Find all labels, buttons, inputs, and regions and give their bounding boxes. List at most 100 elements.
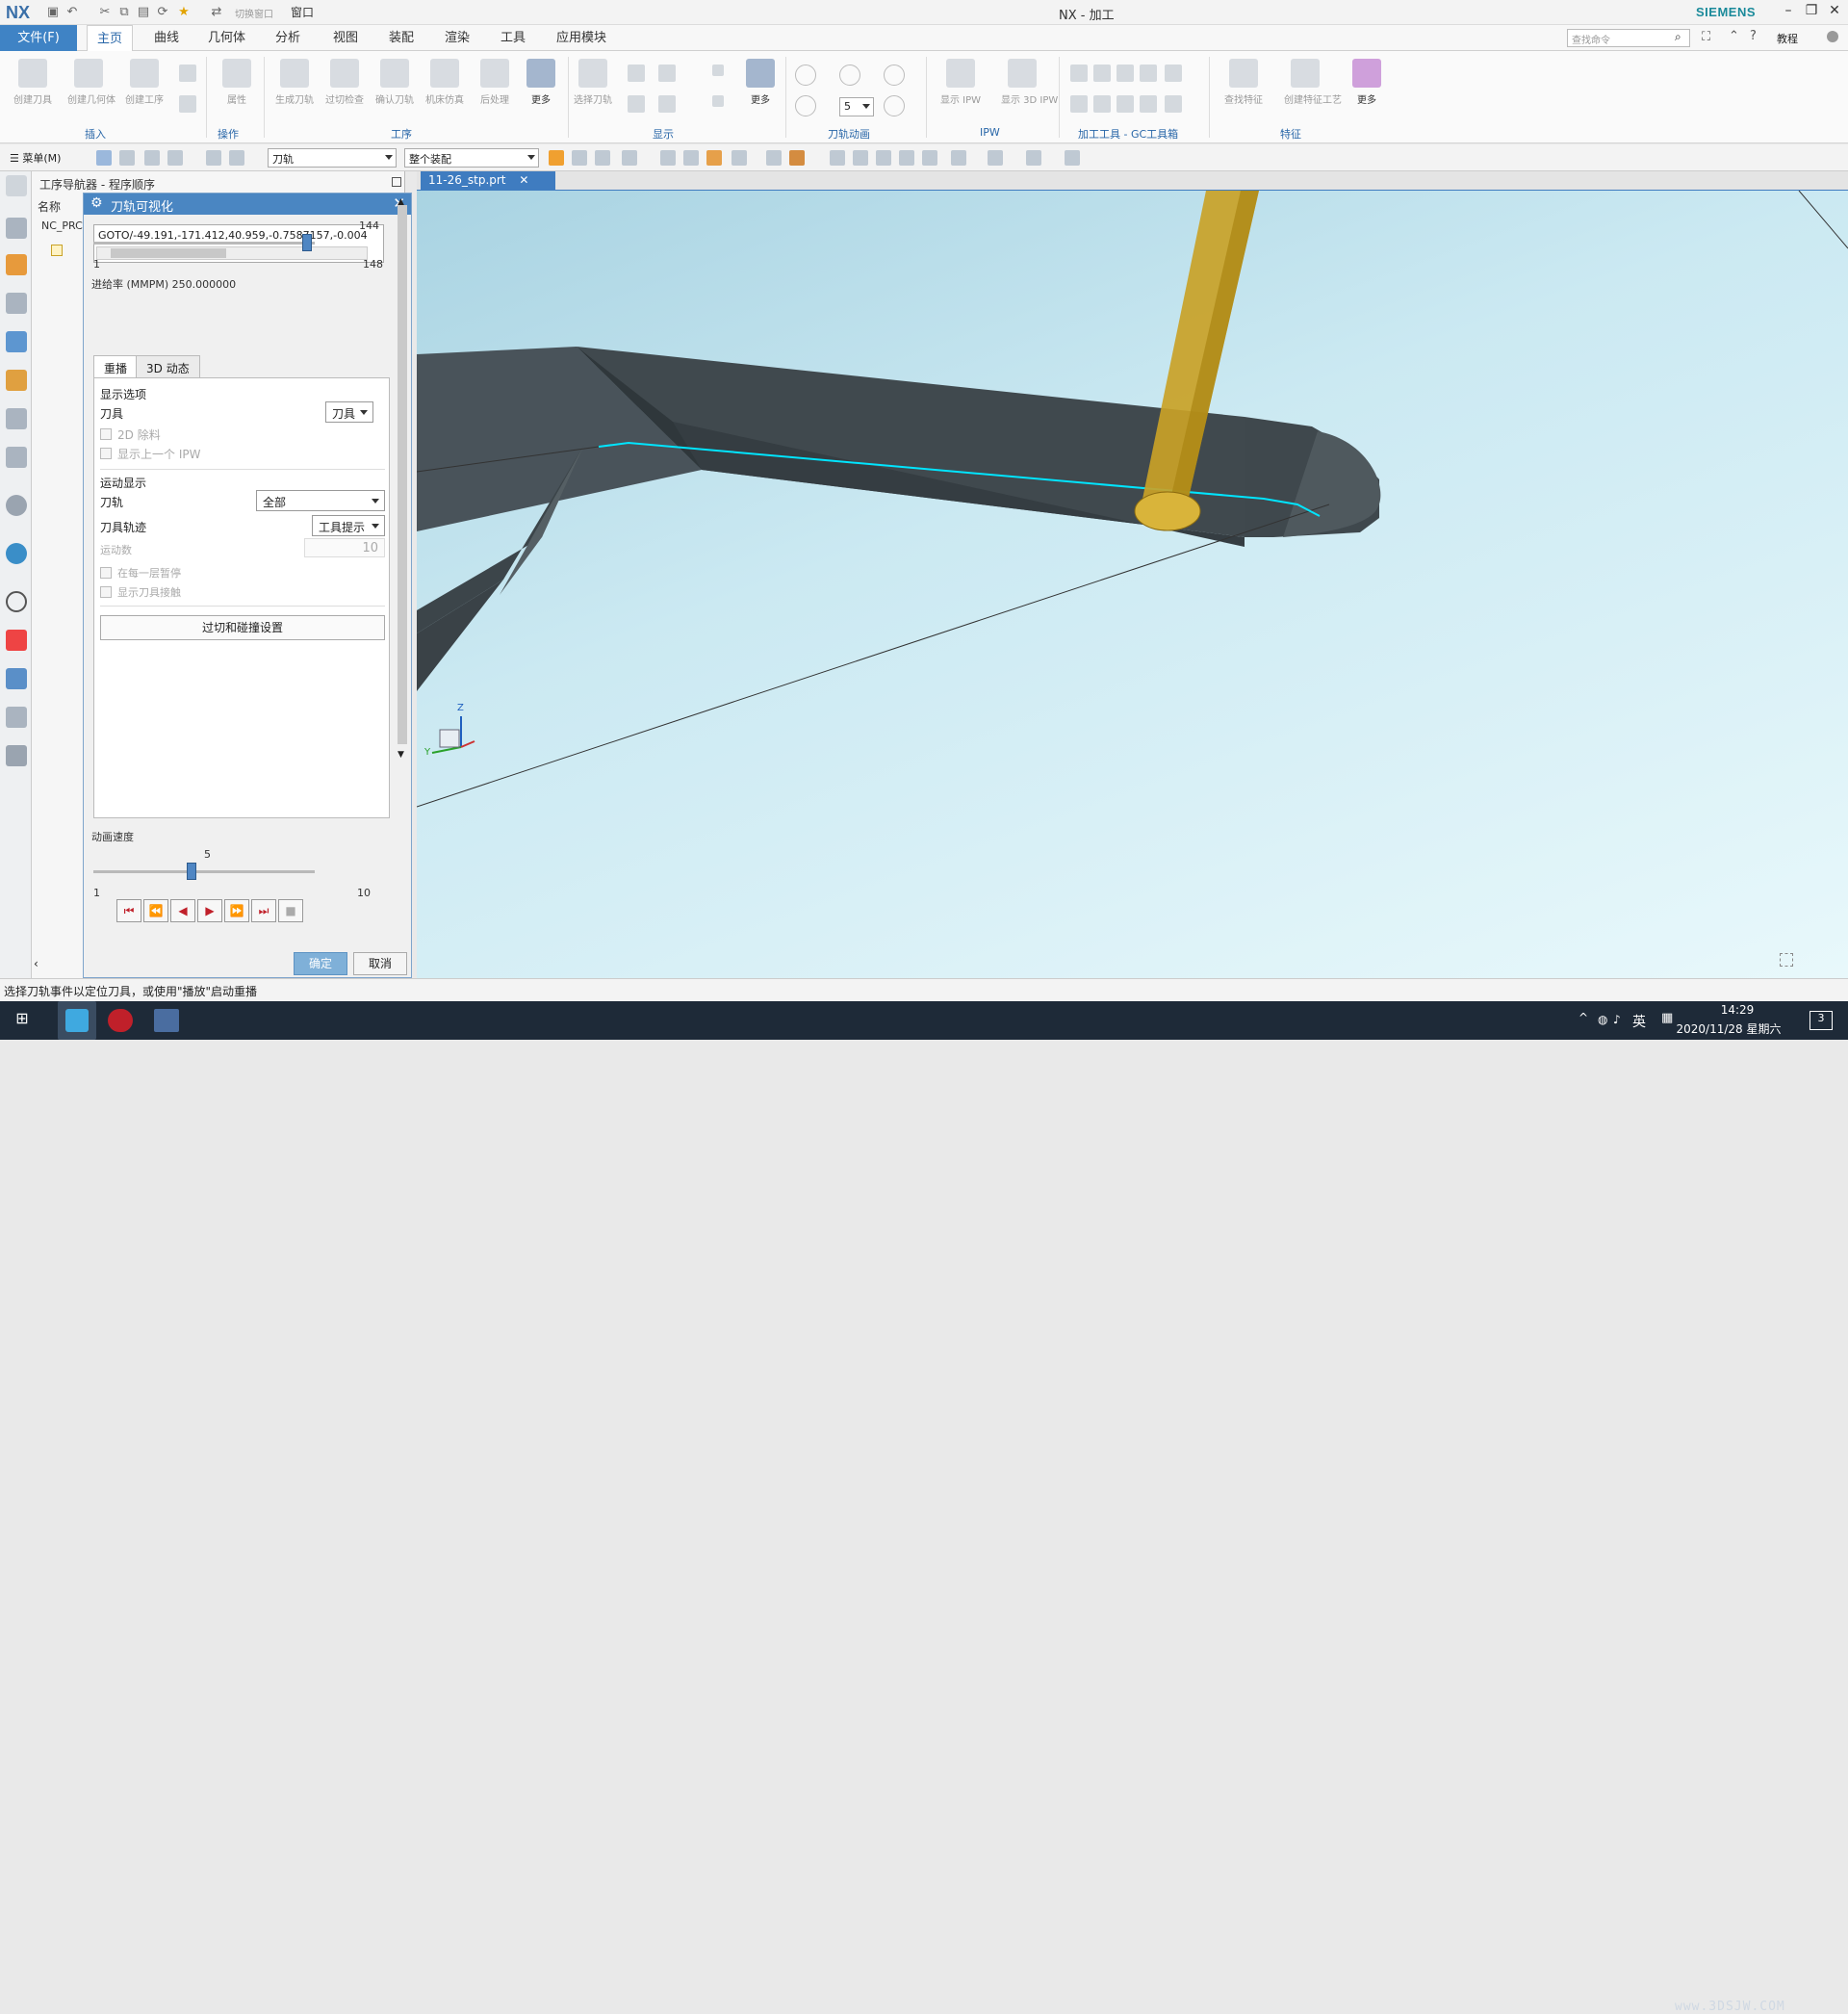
speed-slider-track[interactable] bbox=[93, 870, 315, 873]
fit-view-icon[interactable] bbox=[1780, 953, 1793, 967]
info-icon[interactable] bbox=[6, 495, 27, 516]
tray-expand-icon[interactable]: ^ bbox=[1578, 1011, 1588, 1024]
go-to-end-button[interactable]: ⏭ bbox=[251, 899, 276, 922]
repeat-icon[interactable]: ⟳ bbox=[154, 4, 171, 21]
play-icon[interactable] bbox=[884, 65, 905, 86]
snap-icon-6[interactable] bbox=[683, 150, 699, 166]
path-display-select[interactable]: 全部 bbox=[256, 490, 385, 511]
more-operations-button[interactable]: 更多 bbox=[520, 59, 562, 106]
gouge-collision-settings-button[interactable]: 过切和碰撞设置 bbox=[100, 615, 385, 640]
gc-tool-icon-1[interactable] bbox=[1070, 65, 1088, 82]
scroll-left-icon[interactable]: ‹ bbox=[34, 957, 38, 970]
save-icon[interactable]: ▣ bbox=[44, 4, 62, 21]
window-menu[interactable]: 窗口 bbox=[291, 4, 314, 20]
verify-toolpath-button[interactable]: 确认刀轨 bbox=[373, 59, 416, 106]
notification-center-icon[interactable]: 3 bbox=[1810, 1011, 1833, 1030]
play-backward-button[interactable]: ◀ bbox=[170, 899, 195, 922]
select-filter-icon-5[interactable] bbox=[206, 150, 221, 166]
gc-tool-icon-7[interactable] bbox=[1093, 95, 1111, 113]
assembly-navigator-icon[interactable] bbox=[6, 218, 27, 239]
select-filter-icon-2[interactable] bbox=[119, 150, 135, 166]
rewind-icon[interactable] bbox=[795, 95, 816, 116]
goto-line[interactable]: GOTO/-49.191,-171.412,40.959,-0.7587157,… bbox=[98, 229, 370, 242]
create-method-icon[interactable] bbox=[179, 95, 196, 113]
position-slider-knob[interactable] bbox=[302, 234, 313, 251]
settings-icon[interactable] bbox=[6, 175, 27, 196]
tab-curve[interactable]: 曲线 bbox=[144, 25, 189, 51]
speed-slider-knob[interactable] bbox=[187, 863, 197, 880]
fullscreen-icon[interactable]: ⛶ bbox=[1702, 30, 1710, 44]
search-icon[interactable]: ⌕ bbox=[1675, 30, 1681, 44]
touch-mode-icon[interactable]: ⇄ bbox=[208, 4, 225, 21]
display-ipw-button[interactable]: 显示 IPW bbox=[939, 59, 982, 106]
menu-button[interactable]: ☰ 菜单(M) bbox=[10, 150, 61, 166]
tab-home[interactable]: 主页 bbox=[87, 25, 134, 51]
machining-knowledge-icon[interactable] bbox=[6, 745, 27, 766]
snap-icon-1[interactable] bbox=[549, 150, 564, 166]
snap-icon-9[interactable] bbox=[766, 150, 782, 166]
select-filter-icon-1[interactable] bbox=[96, 150, 112, 166]
collapse-ribbon-icon[interactable]: ⌃ bbox=[1729, 29, 1739, 43]
tab-view[interactable]: 视图 bbox=[323, 25, 368, 51]
close-tab-icon[interactable]: ✕ bbox=[519, 173, 528, 187]
more-display-button[interactable]: 更多 bbox=[739, 59, 782, 106]
tab-tools[interactable]: 工具 bbox=[491, 25, 535, 51]
clock-time[interactable]: 14:29 bbox=[1684, 1003, 1790, 1017]
restore-icon[interactable]: ❐ bbox=[1800, 3, 1823, 22]
view-icon-4[interactable] bbox=[899, 150, 914, 166]
part-navigator-icon[interactable] bbox=[6, 293, 27, 314]
clock-date[interactable]: 2020/11/28 星期六 bbox=[1661, 1020, 1796, 1037]
history-icon[interactable] bbox=[6, 591, 27, 612]
move-up-icon[interactable] bbox=[712, 65, 724, 76]
tab-assembly[interactable]: 装配 bbox=[379, 25, 424, 51]
tool-trace-select[interactable]: 工具提示 bbox=[312, 515, 385, 536]
snap-icon-3[interactable] bbox=[595, 150, 610, 166]
checkbox-pause-each-layer[interactable] bbox=[100, 567, 112, 579]
create-operation-button[interactable]: 创建工序 bbox=[123, 59, 166, 106]
help-icon[interactable]: ? bbox=[1750, 29, 1757, 43]
motion-count-input[interactable]: 10 bbox=[304, 538, 385, 557]
operation-navigator-icon[interactable] bbox=[6, 331, 27, 352]
tab-analysis[interactable]: 分析 bbox=[266, 25, 310, 51]
column-header-name[interactable]: 名称 bbox=[38, 198, 61, 215]
volume-icon[interactable]: ♪ bbox=[1613, 1013, 1621, 1026]
display-option-icon-1[interactable] bbox=[628, 65, 645, 82]
display-option-icon-3[interactable] bbox=[658, 65, 676, 82]
create-program-icon[interactable] bbox=[179, 65, 196, 82]
ime-indicator[interactable]: 英 bbox=[1632, 1012, 1646, 1031]
postprocess-button[interactable]: 后处理 bbox=[474, 59, 516, 106]
layer-icon[interactable] bbox=[1065, 150, 1080, 166]
type-filter-select[interactable]: 刀轨 bbox=[268, 148, 397, 168]
view-icon-5[interactable] bbox=[922, 150, 937, 166]
tab-render[interactable]: 渲染 bbox=[435, 25, 479, 51]
file-menu[interactable]: 文件(F) bbox=[0, 25, 77, 51]
horizontal-scrollbar[interactable] bbox=[96, 246, 368, 260]
select-toolpath-button[interactable]: 选择刀轨 bbox=[572, 59, 614, 106]
tab-replay[interactable]: 重播 bbox=[93, 355, 139, 378]
go-to-start-button[interactable]: ⏮ bbox=[116, 899, 141, 922]
gc-tool-icon-9[interactable] bbox=[1140, 95, 1157, 113]
gear-icon[interactable]: ⚙ bbox=[90, 195, 103, 211]
network-icon[interactable]: ◍ bbox=[1598, 1013, 1607, 1026]
options-icon[interactable] bbox=[1827, 31, 1838, 42]
tree-root-item[interactable]: NC_PRC bbox=[41, 219, 83, 232]
create-geometry-button[interactable]: 创建几何体 bbox=[67, 59, 116, 106]
reuse-library-icon[interactable] bbox=[6, 447, 27, 468]
machine-tool-navigator-icon[interactable] bbox=[6, 370, 27, 391]
checkbox-show-tool-contact[interactable] bbox=[100, 586, 112, 598]
render-style-icon[interactable] bbox=[988, 150, 1003, 166]
properties-button[interactable]: 属性 bbox=[216, 59, 258, 106]
program-folder-icon[interactable] bbox=[51, 245, 63, 256]
navigator-maximize-icon[interactable] bbox=[392, 177, 401, 187]
gc-tool-icon-5[interactable] bbox=[1165, 65, 1182, 82]
create-feature-process-button[interactable]: 创建特征工艺 bbox=[1284, 59, 1342, 106]
machine-simulation-button[interactable]: 机床仿真 bbox=[424, 59, 466, 106]
display-option-icon-4[interactable] bbox=[658, 95, 676, 113]
step-forward-button[interactable]: ⏩ bbox=[224, 899, 249, 922]
gc-tool-icon-10[interactable] bbox=[1165, 95, 1182, 113]
create-tool-button[interactable]: 创建刀具 bbox=[12, 59, 54, 106]
checkbox-2d-material-removal[interactable] bbox=[100, 428, 112, 440]
select-filter-icon-4[interactable] bbox=[167, 150, 183, 166]
pause-icon[interactable] bbox=[839, 65, 860, 86]
web-browser-icon[interactable] bbox=[6, 543, 27, 564]
